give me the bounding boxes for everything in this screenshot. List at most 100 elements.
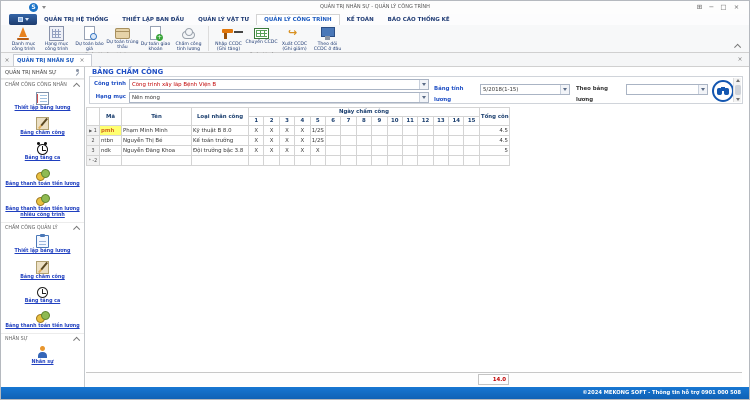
chevron-down-icon[interactable] [560,85,569,94]
cell-day-3[interactable]: X [279,126,294,136]
cell-day-8[interactable] [356,146,371,156]
cell-day-8[interactable] [356,136,371,146]
cell-ten[interactable]: Phạm Minh Minh [122,126,192,136]
cell-day-5[interactable]: 1/2S [310,136,325,146]
ribbon-button-0-0[interactable]: Danh mục công trình [7,25,40,53]
cell-day-11[interactable] [402,136,417,146]
cell-loai-nhan-cong[interactable] [192,156,249,166]
ribbon-button-1-3[interactable]: Theo dõi CCDC ở đâu [311,25,344,53]
ribbon-button-1-0[interactable]: Nhập CCDC (Ghi tăng) [212,25,245,53]
sidebar-item-1-3[interactable]: Bảng thanh toán tiền lương [1,308,84,333]
sidebar-item-2-0[interactable]: Nhân sự [1,344,84,369]
cell-day-13[interactable] [433,146,448,156]
cell-loai-nhan-cong[interactable]: Kế toán trưởng [192,136,249,146]
cell-day-6[interactable] [325,156,340,166]
cell-day-8[interactable] [356,126,371,136]
close-tab-icon[interactable] [77,55,87,66]
cell-day-4[interactable]: X [295,126,310,136]
scroll-down-icon[interactable] [736,98,740,101]
cell-day-6[interactable] [325,126,340,136]
cell-day-14[interactable] [449,146,464,156]
cell-day-3[interactable]: X [279,146,294,156]
cell-day-1[interactable]: X [249,136,264,146]
sidebar-item-0-2[interactable]: Bảng tăng ca [1,140,84,165]
cell-day-9[interactable] [372,136,387,146]
sidebar-item-1-2[interactable]: Bảng tăng ca [1,284,84,308]
cell-day-1[interactable]: X [249,126,264,136]
chevron-down-icon[interactable] [419,93,428,102]
scroll-up-icon[interactable] [736,79,740,82]
close-all-tabs-icon[interactable] [2,55,12,66]
close-icon[interactable] [731,2,742,12]
cell-day-9[interactable] [372,156,387,166]
cell-day-10[interactable] [387,156,402,166]
cell-day-15[interactable] [464,156,479,166]
ribbon-button-0-4[interactable]: Dự toán giao khoán [139,25,172,53]
collapse-ribbon-icon[interactable] [735,43,741,49]
app-menu-button[interactable] [9,14,37,25]
search-button[interactable] [712,80,734,102]
cell-day-7[interactable] [341,156,356,166]
close-document-icon[interactable] [735,54,745,65]
cell-day-9[interactable] [372,126,387,136]
ribbon-button-0-1[interactable]: Hạng mục công trình [40,25,73,53]
cong-trinh-combobox[interactable]: Công trình xây lắp Bệnh Viện B [129,79,429,90]
cell-day-14[interactable] [449,126,464,136]
cell-ma[interactable]: pmh [100,126,122,136]
row-indicator-cell[interactable]: ▶ 1 [87,126,100,136]
ribbon-button-0-2[interactable]: Dự toán báo giá [73,25,106,53]
cell-day-12[interactable] [418,136,433,146]
cell-day-6[interactable] [325,136,340,146]
cell-day-15[interactable] [464,126,479,136]
ribbon-tab-0[interactable]: QUẢN TRỊ HỆ THỐNG [37,14,115,25]
cell-day-13[interactable] [433,156,448,166]
cell-day-1[interactable]: X [249,146,264,156]
cell-loai-nhan-cong[interactable]: Kỹ thuật B 8.0 [192,126,249,136]
cell-day-13[interactable] [433,126,448,136]
minimize-icon[interactable] [706,2,717,12]
cell-ma[interactable]: ndk [100,146,122,156]
hang-muc-combobox[interactable]: Nền móng [129,92,429,103]
cell-day-11[interactable] [402,156,417,166]
cell-day-9[interactable] [372,146,387,156]
cell-day-3[interactable]: X [279,136,294,146]
bang-tinh-luong-combobox[interactable]: 5/2018(1-15) [480,84,570,95]
form-scrollbar[interactable] [733,78,741,102]
cell-day-7[interactable] [341,126,356,136]
cell-day-2[interactable]: X [264,126,279,136]
cell-day-13[interactable] [433,136,448,146]
sidebar-item-0-4[interactable]: Bảng thanh toán tiền lương nhiều công tr… [1,191,84,222]
cell-day-2[interactable]: X [264,136,279,146]
cell-day-14[interactable] [449,136,464,146]
sidebar-item-0-1[interactable]: Bảng chấm công [1,115,84,140]
cell-day-12[interactable] [418,126,433,136]
ribbon-button-0-5[interactable]: Chấm công tính lương [172,25,205,53]
cell-day-12[interactable] [418,146,433,156]
scroll-thumb[interactable] [735,85,741,95]
sidebar-item-0-0[interactable]: Thiết lập bảng lương [1,90,84,115]
ribbon-tab-3[interactable]: QUẢN LÝ CÔNG TRÌNH [256,14,339,25]
row-indicator-cell[interactable]: 2 [87,136,100,146]
row-indicator-cell[interactable]: 3 [87,146,100,156]
cell-day-7[interactable] [341,136,356,146]
cell-day-11[interactable] [402,146,417,156]
cell-loai-nhan-cong[interactable]: Đội trưởng bậc 3.8 [192,146,249,156]
ribbon-tab-5[interactable]: BÁO CÁO THỐNG KÊ [381,14,457,25]
theo-bang-luong-combobox[interactable] [626,84,708,95]
cell-day-5[interactable]: X [310,146,325,156]
ribbon-button-1-1[interactable]: Chuyển CCDC [245,25,278,45]
cell-day-6[interactable] [325,146,340,156]
sidebar-section-header-1[interactable]: CHẤM CÔNG QUẢN LÝ [1,222,84,233]
cell-ten[interactable] [122,156,192,166]
sidebar-section-header-2[interactable]: NHÂN SỰ [1,333,84,344]
cell-day-11[interactable] [402,126,417,136]
cell-day-12[interactable] [418,156,433,166]
cell-day-7[interactable] [341,146,356,156]
cell-day-14[interactable] [449,156,464,166]
cell-day-3[interactable] [279,156,294,166]
chevron-down-icon[interactable] [419,80,428,89]
cell-day-10[interactable] [387,126,402,136]
theme-icon[interactable] [694,2,705,12]
cell-ma[interactable] [100,156,122,166]
cell-day-10[interactable] [387,136,402,146]
